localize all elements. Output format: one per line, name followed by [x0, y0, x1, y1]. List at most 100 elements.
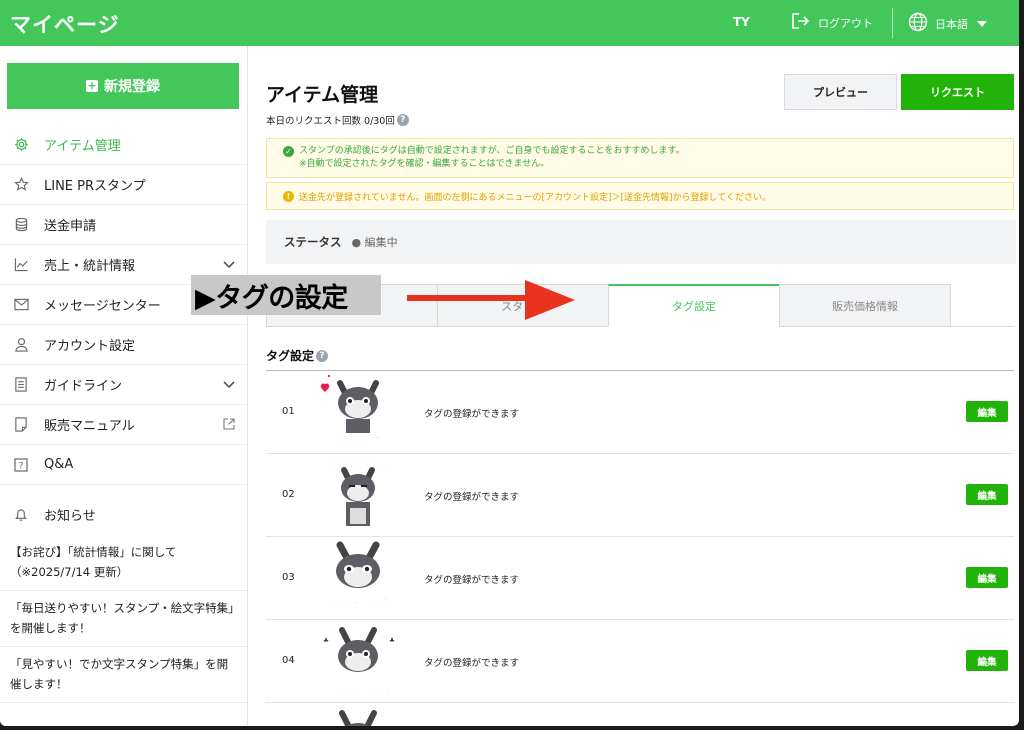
sidebar-item-label: アカウント設定	[44, 339, 136, 354]
status-box: ステータス ● 編集中	[266, 220, 1016, 264]
sidebar-item-label: 販売マニュアル	[44, 419, 135, 434]
sidebar-item-label: 売上・統計情報	[44, 259, 136, 274]
row-description: タグの登録ができます	[424, 658, 520, 669]
row-description: タグの登録ができます	[424, 492, 520, 503]
external-link-icon	[223, 418, 235, 433]
star-icon	[13, 177, 29, 193]
help-icon[interactable]: ?	[316, 349, 329, 362]
sidebar-item-remittance[interactable]: 送金申請	[0, 205, 247, 245]
annotation-label: ▶タグの設定	[191, 275, 381, 315]
new-registration-label: 新規登録	[104, 79, 160, 95]
row-number: 01	[282, 406, 295, 417]
tab-tag-settings[interactable]: タグ設定	[608, 284, 780, 327]
chart-icon	[13, 257, 29, 273]
sidebar-item-label: アイテム管理	[44, 139, 121, 154]
mail-icon	[13, 297, 29, 313]
language-selector[interactable]: 日本語	[908, 12, 987, 35]
news-item[interactable]: 「見やすい！でか文字スタンプ特集」を開催します！	[0, 647, 247, 703]
document-icon	[13, 377, 29, 393]
edit-button[interactable]: 編集	[966, 567, 1008, 588]
sticker-image: 好きやで	[320, 375, 382, 449]
sidebar-item-label: LINE PRスタンプ	[44, 179, 146, 194]
edit-button[interactable]: 編集	[966, 401, 1008, 422]
edit-button[interactable]: 編集	[966, 650, 1008, 671]
tab-sales-price[interactable]: 販売価格情報	[779, 284, 951, 327]
table-row: 04 それええやん！ タグの登録ができます 編集	[266, 620, 1014, 703]
table-row: 02 それは御らん タグの登録ができます 編集	[266, 454, 1014, 537]
question-icon: ?	[13, 457, 29, 473]
section-title: タグ設定 ?	[266, 347, 329, 364]
request-button[interactable]: リクエスト	[901, 74, 1014, 110]
table-row: 03 ごめんやで タグの登録ができます 編集	[266, 537, 1014, 620]
warning-text: 送金先が登録されていません。画面の左側にあるメニューの[アカウント設定]＞[送金…	[299, 192, 771, 203]
sidebar-item-qa[interactable]: ? Q&A	[0, 445, 247, 485]
edit-button[interactable]: 編集	[966, 484, 1008, 505]
news-header: お知らせ	[0, 493, 247, 535]
status-label: ステータス	[284, 235, 342, 249]
request-count-label: 本日のリクエスト回数 0/30回	[266, 116, 395, 127]
help-icon[interactable]: ?	[396, 114, 409, 126]
page-title: アイテム管理	[266, 84, 379, 106]
sticker-caption: ごめんやで	[325, 595, 390, 611]
language-label: 日本語	[935, 17, 968, 31]
sidebar-item-account-settings[interactable]: アカウント設定	[0, 325, 247, 365]
sidebar-item-sales-manual[interactable]: 販売マニュアル	[0, 405, 247, 445]
app-window: マイページ TY ログアウト 日本語 + 新規登録 アイテム管理 LINE PR…	[0, 0, 1019, 726]
warning-icon: !	[283, 190, 294, 202]
row-number: 03	[282, 572, 295, 583]
table-row: 01 好きやで タグの登録ができます 編集	[266, 371, 1014, 454]
news-list: 【お詫び】「統計情報」に関して（※2025/7/14 更新） 「毎日送りやすい！…	[0, 535, 247, 703]
section-title-label: タグ設定	[266, 349, 315, 363]
row-description: タグの登録ができます	[424, 409, 520, 420]
page-logo[interactable]: マイページ	[10, 9, 120, 39]
sticker-image	[339, 710, 377, 726]
notice-line-2: ※自動で設定されたタグを確認・編集することはできません。	[299, 159, 550, 169]
sticker-caption: それええやん！	[320, 685, 397, 698]
sidebar-item-label: 送金申請	[44, 219, 97, 234]
sticker-caption: 好きやで	[333, 434, 382, 449]
logout-label: ログアウト	[818, 16, 873, 30]
chevron-down-icon	[223, 258, 235, 272]
sticker-image: ごめんやで	[325, 541, 391, 611]
news-item[interactable]: 【お詫び】「統計情報」に関して（※2025/7/14 更新）	[0, 535, 247, 591]
remittance-warning: ! 送金先が登録されていません。画面の左側にあるメニューの[アカウント設定]＞[…	[266, 182, 1014, 210]
user-initials[interactable]: TY	[733, 15, 750, 29]
svg-text:?: ?	[19, 461, 24, 471]
logout-icon	[792, 13, 810, 32]
preview-button[interactable]: プレビュー	[784, 74, 897, 110]
chevron-down-icon	[977, 20, 987, 27]
sidebar-item-label: ガイドライン	[44, 379, 123, 394]
arrow-icon	[407, 280, 575, 320]
new-registration-button[interactable]: + 新規登録	[7, 63, 239, 109]
sidebar-item-guidelines[interactable]: ガイドライン	[0, 365, 247, 405]
sidebar-item-line-pr-stamp[interactable]: LINE PRスタンプ	[0, 165, 247, 205]
sticker-image: それは御らん	[328, 458, 388, 526]
notice-line-1: スタンプの承認後にタグは自動で設定されますが、ご自身でも設定することをおすすめし…	[299, 146, 685, 156]
sticker-caption: それは御らん	[328, 458, 388, 471]
coins-icon	[13, 217, 29, 233]
request-count: 本日のリクエスト回数 0/30回 ?	[266, 113, 409, 127]
page-icon	[13, 417, 29, 433]
header-divider	[892, 8, 893, 38]
sidebar-item-label: メッセージセンター	[44, 299, 161, 314]
news-title: お知らせ	[44, 508, 96, 524]
table-row	[266, 703, 1014, 726]
main-content: アイテム管理 本日のリクエスト回数 0/30回 ? プレビュー リクエスト ✓ ス…	[248, 46, 1019, 726]
sidebar-item-label: Q&A	[44, 457, 74, 472]
row-number: 04	[282, 655, 295, 666]
status-badge: ● 編集中	[351, 236, 398, 249]
tag-info-notice: ✓ スタンプの承認後にタグは自動で設定されますが、ご自身でも設定することをおすすめ…	[266, 138, 1014, 178]
sidebar-item-item-management[interactable]: アイテム管理	[0, 125, 247, 165]
news-item[interactable]: 「毎日送りやすい！スタンプ・絵文字特集」を開催します！	[0, 591, 247, 647]
row-number: 02	[282, 489, 295, 500]
bell-icon	[13, 506, 29, 522]
sticker-image: それええやん！	[319, 627, 397, 698]
top-header: マイページ TY ログアウト 日本語	[0, 0, 1019, 46]
tag-list: 01 好きやで タグの登録ができます 編集 02 それは御らん タグの登録ができ…	[266, 371, 1014, 726]
logout-link[interactable]: ログアウト	[792, 13, 873, 32]
globe-icon	[908, 12, 928, 35]
plus-icon: +	[86, 79, 98, 92]
gear-icon	[13, 137, 29, 153]
check-circle-icon: ✓	[283, 146, 294, 157]
sidebar: + 新規登録 アイテム管理 LINE PRスタンプ 送金申請 売上・統計情報 メ…	[0, 46, 248, 726]
